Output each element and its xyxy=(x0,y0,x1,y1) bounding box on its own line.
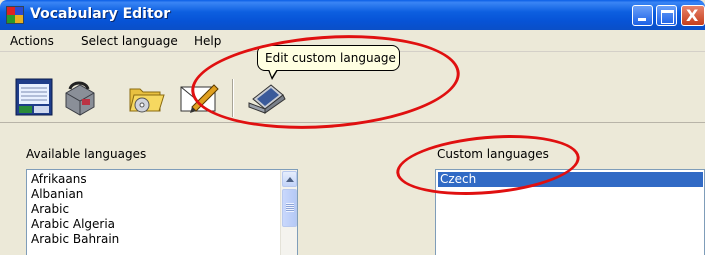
list-item[interactable]: Arabic xyxy=(31,202,297,217)
close-button[interactable]: X xyxy=(681,5,705,26)
list-item[interactable]: Arabic Bahrain xyxy=(31,232,297,247)
scroll-up-icon[interactable] xyxy=(282,171,297,187)
menu-help[interactable]: Help xyxy=(194,34,221,48)
folder-open-icon[interactable] xyxy=(126,77,166,117)
title-bar: Vocabulary Editor X xyxy=(0,0,705,30)
scroll-thumb[interactable] xyxy=(282,189,297,227)
toolbox-icon[interactable] xyxy=(60,77,100,117)
menu-select-language[interactable]: Select language xyxy=(81,34,178,48)
menu-actions[interactable]: Actions xyxy=(10,34,54,48)
vertical-scrollbar[interactable] xyxy=(280,170,297,255)
available-languages-label: Available languages xyxy=(26,147,147,161)
close-icon: X xyxy=(686,6,699,25)
list-item[interactable]: Arabic Algeria xyxy=(31,217,297,232)
window-title: Vocabulary Editor xyxy=(30,6,171,22)
vocabulary-window-icon[interactable] xyxy=(14,77,54,117)
available-languages-list[interactable]: Afrikaans Albanian Arabic Arabic Algeria… xyxy=(26,169,298,255)
maximize-button[interactable] xyxy=(656,5,677,26)
list-item[interactable]: Afrikaans xyxy=(31,172,297,187)
list-item[interactable]: Albanian xyxy=(31,187,297,202)
minimize-button[interactable] xyxy=(632,5,653,26)
app-flags-icon[interactable] xyxy=(6,6,24,24)
